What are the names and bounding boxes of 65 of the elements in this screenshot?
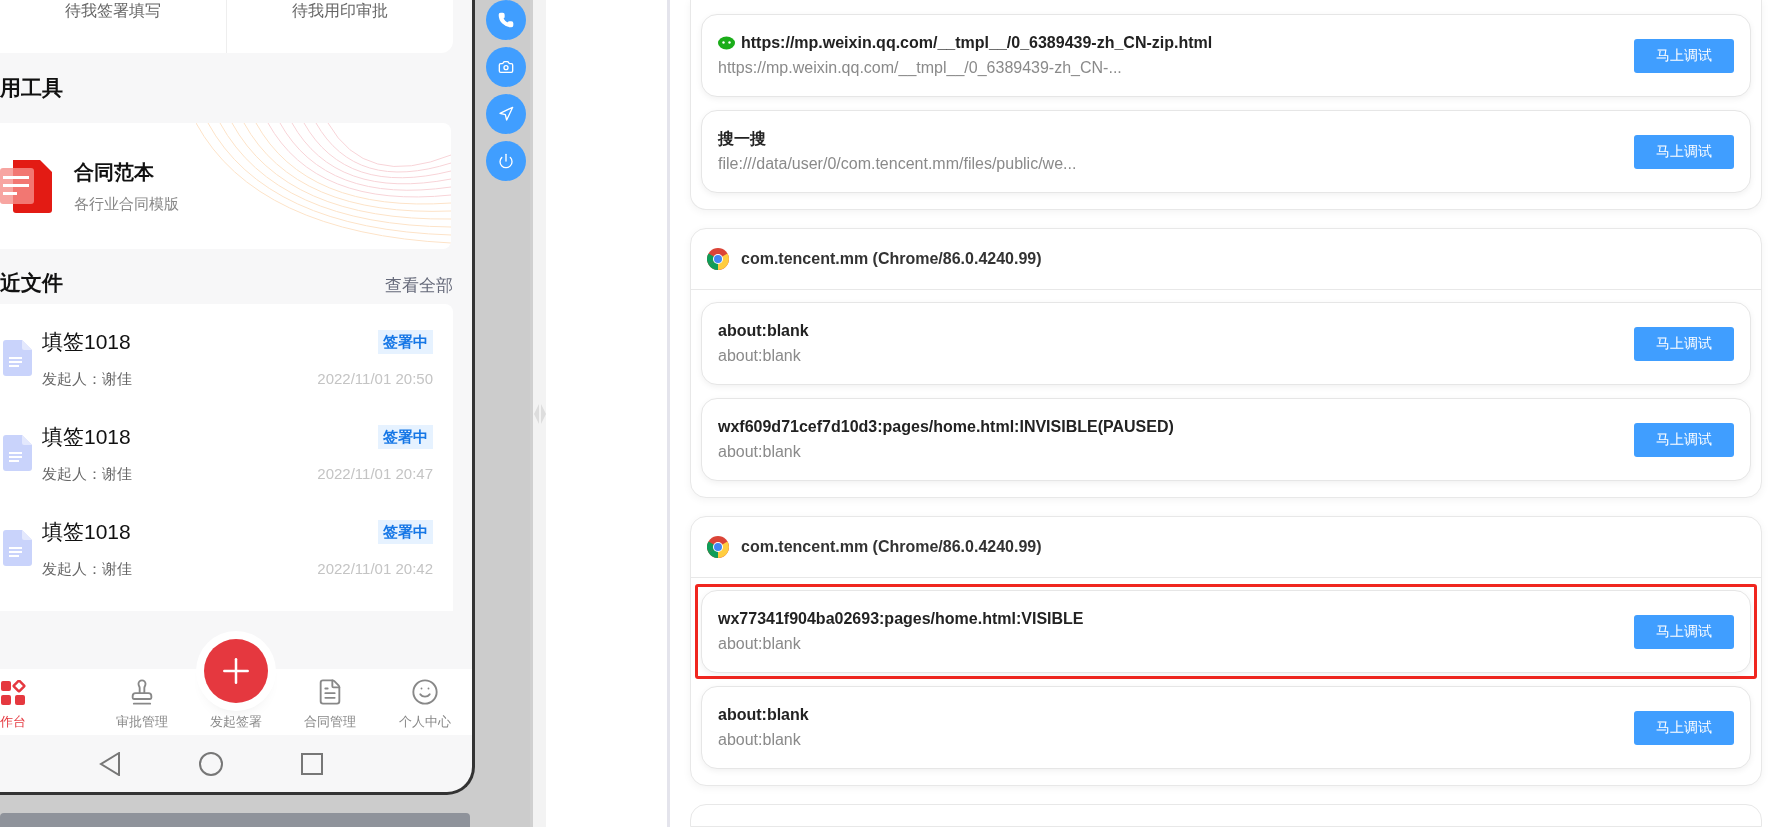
phone-icon bbox=[498, 12, 514, 28]
tab-item[interactable]: 合同管理 bbox=[283, 669, 378, 735]
section-title: 用工具 bbox=[0, 75, 63, 102]
tab-item[interactable]: 发起签署 bbox=[210, 711, 262, 731]
location-button[interactable] bbox=[486, 94, 526, 134]
home-icon[interactable] bbox=[199, 751, 223, 776]
debug-button[interactable]: 马上调试 bbox=[1634, 422, 1734, 457]
camera-button[interactable] bbox=[486, 47, 526, 87]
page-title: about:blank bbox=[718, 321, 809, 341]
page-title: about:blank bbox=[718, 705, 809, 725]
recents-icon[interactable] bbox=[301, 752, 323, 775]
page-url: file:///data/user/0/com.tencent.mm/files/public/we... bbox=[718, 154, 1078, 174]
tab-item[interactable]: 作台 bbox=[0, 669, 95, 735]
tool-subtitle: 各行业合同模版 bbox=[74, 193, 179, 214]
chat-bubbles-icon bbox=[718, 35, 735, 51]
camera-icon bbox=[498, 59, 514, 75]
page-url: https://mp.weixin.qq.com/__tmpl__/0_6389439-zh_CN-... bbox=[718, 58, 1123, 79]
debug-button[interactable]: 马上调试 bbox=[1634, 614, 1734, 649]
shortcut-label[interactable]: 待我用印审批 bbox=[292, 1, 388, 21]
file-title[interactable]: 填签1018 bbox=[42, 516, 131, 548]
debug-button[interactable]: 马上调试 bbox=[1634, 38, 1734, 73]
debug-button[interactable]: 马上调试 bbox=[1634, 326, 1734, 361]
file-title[interactable]: 填签1018 bbox=[42, 326, 131, 358]
page-url: about:blank bbox=[718, 346, 802, 366]
session-header: com.tencent.mm (Chrome/86.0.4240.99) bbox=[741, 537, 1042, 557]
file-time: 2022/11/01 20:50 bbox=[317, 368, 433, 389]
page-title: wxf609d71cef7d10d3:pages/home.html:INVISIBLE(PAUSED) bbox=[718, 417, 1174, 437]
initiator-text: 发起人：谢佳 bbox=[42, 558, 132, 579]
session-header: com.tencent.mm (Chrome/86.0.4240.99) bbox=[741, 249, 1042, 269]
page-url: about:blank bbox=[718, 730, 802, 750]
status-badge: 签署中 bbox=[378, 329, 433, 354]
grid-icon bbox=[0, 679, 26, 706]
status-badge: 签署中 bbox=[378, 519, 433, 544]
power-button[interactable] bbox=[486, 141, 526, 181]
page-url: about:blank bbox=[718, 442, 802, 462]
debug-button[interactable]: 马上调试 bbox=[1634, 134, 1734, 169]
view-all-link[interactable]: 查看全部 bbox=[385, 272, 453, 298]
tool-title: 合同范本 bbox=[74, 159, 155, 185]
contract-doc-icon bbox=[0, 158, 52, 214]
location-arrow-icon bbox=[498, 106, 514, 122]
page-title: 搜一搜 bbox=[718, 129, 766, 149]
tool-card[interactable]: 合同范本 各行业合同模版 bbox=[0, 123, 451, 249]
back-icon[interactable] bbox=[99, 751, 121, 776]
tab-item[interactable]: 审批管理 bbox=[94, 669, 189, 735]
person-icon bbox=[410, 677, 439, 706]
file-time: 2022/11/01 20:47 bbox=[317, 463, 433, 484]
file-title[interactable]: 填签1018 bbox=[42, 421, 131, 453]
page-title: https://mp.weixin.qq.com/__tmpl__/0_6389439-zh_CN-zip.html bbox=[741, 33, 1213, 53]
debug-button[interactable]: 马上调试 bbox=[1634, 710, 1734, 745]
section-title: 近文件 bbox=[0, 269, 63, 296]
page-title: wx77341f904ba02693:pages/home.html:VISIBLE bbox=[718, 609, 1084, 629]
file-time: 2022/11/01 20:42 bbox=[317, 558, 433, 579]
shortcut-label[interactable]: 待我签署填写 bbox=[65, 1, 161, 21]
file-icon bbox=[3, 530, 32, 566]
page-url: about:blank bbox=[718, 634, 802, 654]
tab-item[interactable]: 个人中心 bbox=[377, 669, 472, 735]
chrome-icon bbox=[707, 248, 729, 270]
file-icon bbox=[3, 340, 32, 376]
power-icon bbox=[498, 153, 514, 169]
initiator-text: 发起人：谢佳 bbox=[42, 368, 132, 389]
chrome-icon bbox=[707, 536, 729, 558]
initiator-text: 发起人：谢佳 bbox=[42, 463, 132, 484]
phone-button[interactable] bbox=[486, 0, 526, 40]
status-badge: 签署中 bbox=[378, 424, 433, 449]
file-icon bbox=[3, 435, 32, 471]
